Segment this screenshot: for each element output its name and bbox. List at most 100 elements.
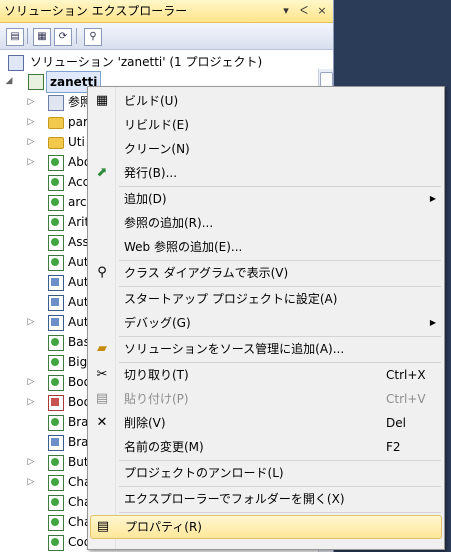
menu-item-unload-project[interactable]: プロジェクトのアンロード(L) [90,462,442,484]
cls-file-icon [48,315,64,331]
properties-icon[interactable]: ▤ [6,28,24,46]
cls-file-icon [48,295,64,311]
expand-arrow-icon [26,512,36,532]
tree-item-label: But [68,455,89,469]
menu-item-clean[interactable]: クリーン(N) [90,138,442,160]
project-icon [28,74,44,90]
panel-toolbar: ▤ ▦ ⟳ ⚲ [0,23,333,50]
menu-separator [119,186,441,187]
form-file-icon [48,155,64,171]
toolbar-separator [76,28,77,44]
tree-item-label: Bra [68,415,89,429]
submenu-arrow-icon: ▶ [429,318,436,327]
tree-item-label: Aut [68,255,89,269]
expand-arrow-icon[interactable]: ▷ [26,152,36,172]
form-file-icon [48,535,64,551]
form-file-icon [48,515,64,531]
tree-item-label: par [68,115,88,129]
class-diagram-icon[interactable]: ⚲ [84,28,102,46]
menu-separator [119,512,441,513]
menu-separator [119,460,441,461]
class-diagram-icon: ⚲ [97,265,107,280]
expand-arrow-icon[interactable]: ▷ [26,452,36,472]
menu-separator [119,336,441,337]
delete-x-icon: ✕ [96,415,108,430]
menu-separator [119,486,441,487]
menu-item-build[interactable]: ▦ ビルド(U) [90,90,442,112]
expand-arrow-icon [26,292,36,312]
solution-label: ソリューション 'zanetti' (1 プロジェクト) [30,55,263,69]
expand-arrow-icon[interactable]: ▷ [26,132,36,152]
show-all-files-icon[interactable]: ▦ [33,28,51,46]
form-file-icon [48,255,64,271]
form-file-icon [48,195,64,211]
expand-arrow-icon[interactable]: ▷ [26,392,36,412]
menu-separator [119,286,441,287]
expand-arrow-icon[interactable]: ▷ [26,112,36,132]
expand-arrow-icon [26,432,36,452]
expand-arrow-icon [26,192,36,212]
tree-item-label: Arit [68,215,90,229]
solution-icon [8,55,24,71]
menu-item-delete[interactable]: ✕ 削除(V) Del [90,412,442,434]
menu-item-rename[interactable]: 名前の変更(M) F2 [90,436,442,458]
expand-arrow-icon [26,412,36,432]
menu-item-rebuild[interactable]: リビルド(E) [90,114,442,136]
form-file-icon [48,355,64,371]
menu-item-add[interactable]: 追加(D) ▶ [90,188,442,210]
toolbar-separator [27,28,28,44]
tree-item-label: Bra [68,435,89,449]
expand-arrow-icon[interactable]: ▷ [26,472,36,492]
form-file-icon [48,175,64,191]
tree-item-label: Ass [68,235,89,249]
folder-file-icon [48,137,64,149]
menu-item-paste[interactable]: ▤ 貼り付け(P) Ctrl+V [90,388,442,410]
menu-item-open-folder[interactable]: エクスプローラーでフォルダーを開く(X) [90,488,442,510]
tree-item-label: arc [68,195,87,209]
menu-item-properties[interactable]: ▤ プロパティ(R) [90,515,442,539]
panel-title: ソリューション エクスプローラー [4,4,188,18]
menu-item-debug[interactable]: デバッグ(G) ▶ [90,312,442,334]
form-file-icon [48,375,64,391]
form-file-icon [48,415,64,431]
tree-item-label: Aut [68,295,89,309]
publish-icon: ⬈ [96,165,108,180]
folder-file-icon [48,117,64,129]
menu-item-add-reference[interactable]: 参照の追加(R)... [90,212,442,234]
source-control-folder-icon: ▰ [97,341,107,356]
expand-arrow-icon[interactable]: ▷ [26,372,36,392]
form-file-icon [48,335,64,351]
expand-arrow-icon [26,172,36,192]
form-file-icon [48,215,64,231]
tree-item-label: Big [68,355,88,369]
expand-arrow-icon [26,252,36,272]
scissors-icon: ✂ [96,367,108,382]
refresh-icon[interactable]: ⟳ [54,28,72,46]
paste-icon: ▤ [95,391,109,406]
menu-item-set-startup[interactable]: スタートアップ プロジェクトに設定(A) [90,288,442,310]
form-file-icon [48,495,64,511]
menu-item-add-web-reference[interactable]: Web 参照の追加(E)... [90,236,442,258]
collapse-arrow-icon[interactable]: ◢ [4,71,14,91]
menu-item-add-source-control[interactable]: ▰ ソリューションをソース管理に追加(A)... [90,338,442,360]
tree-item-label: Aut [68,315,89,329]
panel-titlebar: ソリューション エクスプローラー ▾ ᐸ × [0,0,333,23]
expand-arrow-icon [26,212,36,232]
window-position-icon[interactable]: ▾ [278,0,294,22]
close-icon[interactable]: × [314,0,330,22]
auto-hide-pin-icon[interactable]: ᐸ [296,0,312,22]
cls-file-icon [48,435,64,451]
form-file-icon [48,475,64,491]
menu-separator [119,362,441,363]
expand-arrow-icon [26,492,36,512]
menu-item-cut[interactable]: ✂ 切り取り(T) Ctrl+X [90,364,442,386]
build-icon: ▦ [95,93,109,108]
expand-arrow-icon[interactable]: ▷ [26,92,36,112]
menu-separator [119,260,441,261]
tree-item-label: Uti [68,135,85,149]
menu-item-view-class-diagram[interactable]: ⚲ クラス ダイアグラムで表示(V) [90,262,442,284]
expand-arrow-icon [26,272,36,292]
submenu-arrow-icon: ▶ [429,194,436,203]
menu-item-publish[interactable]: ⬈ 発行(B)... [90,162,442,184]
expand-arrow-icon[interactable]: ▷ [26,312,36,332]
